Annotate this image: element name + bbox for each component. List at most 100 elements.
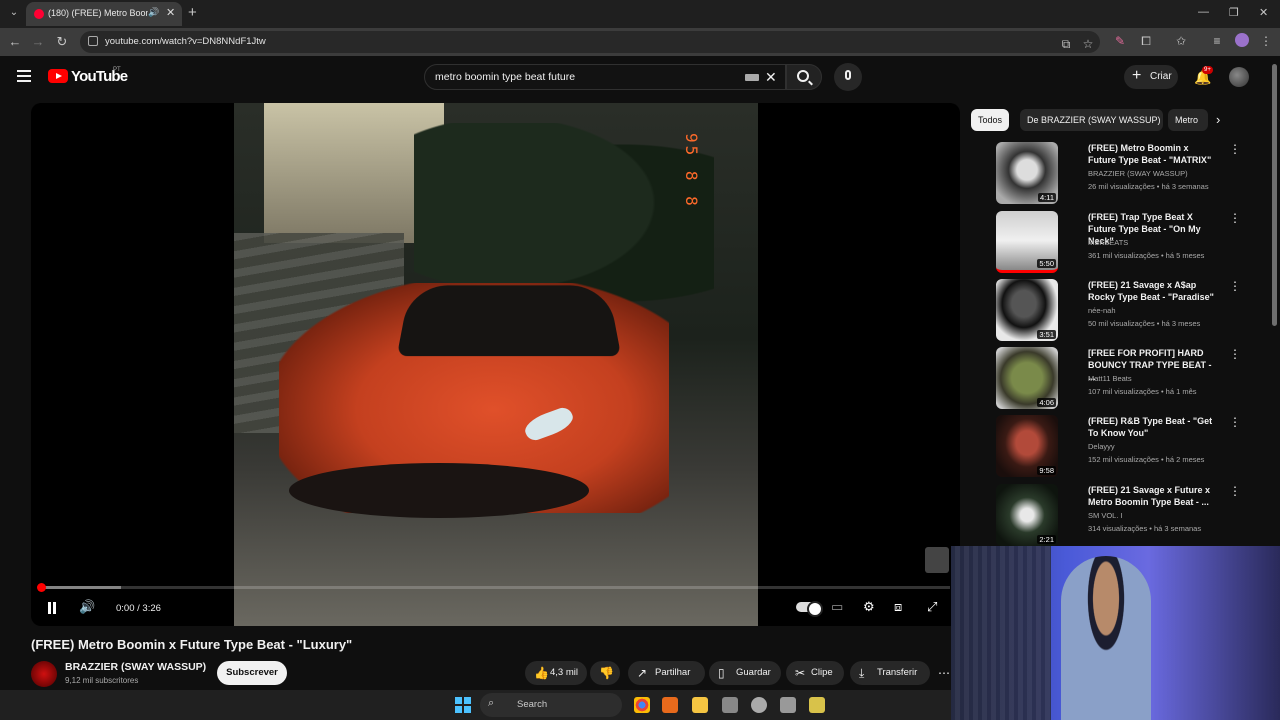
settings-gear-icon[interactable]: ⚙	[863, 599, 875, 615]
file-explorer-icon[interactable]	[692, 697, 708, 713]
extension-icon[interactable]: ✎	[1112, 34, 1128, 48]
app-icon[interactable]	[751, 697, 767, 713]
scissors-icon: ✂	[795, 666, 806, 680]
kebab-menu-icon[interactable]: ⋮	[1229, 142, 1241, 156]
taskbar-search[interactable]: ⌕ Search	[480, 693, 622, 717]
list-item[interactable]: 4:11 (FREE) Metro Boomin x Future Type B…	[971, 142, 1251, 206]
video-thumbnail[interactable]: 2:21	[996, 484, 1058, 546]
video-player[interactable]: 95 8 8 🔊 0:00 / 3:26 ▭ ⚙ ⧈ ⤢	[31, 103, 960, 626]
clear-search-icon[interactable]: ✕	[765, 69, 777, 86]
url-text: youtube.com/watch?v=DN8NNdF1Jtw	[105, 36, 266, 47]
video-thumbnail[interactable]: 3:51	[996, 279, 1058, 341]
duration-badge: 2:21	[1037, 535, 1056, 544]
clip-label: Clipe	[811, 667, 833, 678]
video-thumbnail[interactable]: 4:06	[996, 347, 1058, 409]
bookmark-star-icon[interactable]: ☆	[1080, 37, 1096, 51]
account-avatar[interactable]	[1229, 67, 1249, 87]
window-close-button[interactable]: ✕	[1259, 6, 1268, 19]
extensions-puzzle-icon[interactable]: ⧠	[1138, 34, 1154, 49]
reload-button[interactable]: ↻	[54, 34, 70, 50]
rec-title[interactable]: (FREE) R&B Type Beat - "Get To Know You"	[1088, 415, 1218, 439]
subscribe-button[interactable]: Subscrever	[217, 661, 287, 685]
search-button[interactable]	[786, 64, 822, 90]
list-item[interactable]: 3:51 (FREE) 21 Savage x A$ap Rocky Type …	[971, 279, 1251, 343]
chip-channel[interactable]: De BRAZZIER (SWAY WASSUP)	[1020, 109, 1163, 131]
tab-search-icon[interactable]: ⌄	[6, 5, 22, 21]
fullscreen-icon[interactable]: ⤢	[927, 599, 937, 615]
scrubber-handle[interactable]	[37, 583, 46, 592]
chip-all[interactable]: Todos	[971, 109, 1010, 131]
rec-title[interactable]: (FREE) Metro Boomin x Future Type Beat -…	[1088, 142, 1218, 166]
address-bar[interactable]: youtube.com/watch?v=DN8NNdF1Jtw ⧉ ☆	[80, 31, 1100, 53]
browser-tab[interactable]: (180) (FREE) Metro Boomin 🔊 ✕	[26, 2, 182, 26]
chrome-icon[interactable]	[634, 697, 650, 713]
more-actions-button[interactable]: ⋯	[934, 661, 950, 685]
install-app-icon[interactable]: ⧉	[1058, 37, 1074, 52]
keyboard-icon[interactable]	[745, 74, 759, 81]
subtitles-icon[interactable]: ▭	[831, 599, 843, 615]
rec-title[interactable]: (FREE) 21 Savage x Future x Metro Boomin…	[1088, 484, 1218, 508]
app-icon[interactable]	[809, 697, 825, 713]
channel-name[interactable]: BRAZZIER (SWAY WASSUP)	[65, 661, 206, 673]
save-button[interactable]: ▯ Guardar	[709, 661, 781, 685]
dislike-button[interactable]: 👎	[590, 661, 620, 685]
create-label: Criar	[1150, 71, 1172, 82]
autoplay-toggle[interactable]	[796, 601, 823, 617]
chevron-right-icon[interactable]: ›	[1216, 112, 1220, 127]
video-thumbnail[interactable]: 5:50	[996, 211, 1058, 273]
close-icon[interactable]: ✕	[166, 6, 175, 19]
list-item[interactable]: 5:50 (FREE) Trap Type Beat X Future Type…	[971, 211, 1251, 275]
forward-button[interactable]: →	[30, 34, 46, 49]
kebab-menu-icon[interactable]: ⋮	[1229, 415, 1241, 429]
brave-icon[interactable]	[662, 697, 678, 713]
speaker-icon[interactable]: 🔊	[148, 7, 159, 18]
voice-search-button[interactable]	[834, 63, 862, 91]
rec-meta: 361 mil visualizações • há 5 meses	[1088, 251, 1205, 260]
share-button[interactable]: ↗ Partilhar	[628, 661, 705, 685]
video-thumbnail[interactable]: 9:58	[996, 415, 1058, 477]
chip-metro[interactable]: Metro	[1168, 109, 1208, 131]
media-controls-icon[interactable]: ≡	[1209, 34, 1225, 48]
miniplayer-icon[interactable]: ⧈	[894, 599, 902, 615]
back-button[interactable]: ←	[7, 34, 23, 49]
app-icon[interactable]	[722, 697, 738, 713]
volume-icon[interactable]: 🔊	[79, 599, 95, 615]
create-button[interactable]: + Criar	[1124, 65, 1178, 89]
profile-avatar[interactable]	[1235, 33, 1249, 47]
download-button[interactable]: ⤓ Transferir	[850, 661, 930, 685]
kebab-menu-icon[interactable]: ⋮	[1229, 347, 1241, 361]
kebab-menu-icon[interactable]: ⋮	[1229, 211, 1241, 225]
tab-title: (180) (FREE) Metro Boomin	[48, 8, 148, 18]
rec-meta: 107 mil visualizações • há 1 mês	[1088, 387, 1197, 396]
list-item[interactable]: 4:06 [FREE FOR PROFIT] HARD BOUNCY TRAP …	[971, 347, 1251, 411]
minimize-button[interactable]: —	[1198, 6, 1209, 18]
search-input[interactable]: metro boomin type beat future ✕	[424, 64, 786, 90]
download-icon: ⤓	[859, 666, 865, 680]
new-tab-button[interactable]: +	[188, 4, 197, 21]
page-scrollbar[interactable]	[1272, 64, 1277, 326]
site-info-icon[interactable]	[88, 36, 98, 46]
rec-meta: 152 mil visualizações • há 2 meses	[1088, 455, 1205, 464]
duration-badge: 4:06	[1037, 398, 1056, 407]
calculator-icon[interactable]	[780, 697, 796, 713]
kebab-menu-icon[interactable]: ⋮	[1229, 484, 1241, 498]
clip-button[interactable]: ✂ Clipe	[786, 661, 844, 685]
video-thumbnail[interactable]: 4:11	[996, 142, 1058, 204]
share-icon: ↗	[637, 666, 648, 680]
list-item[interactable]: 9:58 (FREE) R&B Type Beat - "Get To Know…	[971, 415, 1251, 479]
download-label: Transferir	[877, 667, 918, 678]
like-button[interactable]: 👍 4,3 mil	[525, 661, 587, 685]
thumbs-down-icon: 👎	[599, 666, 614, 680]
progress-bar[interactable]	[41, 586, 950, 589]
channel-avatar[interactable]	[31, 661, 57, 687]
restore-button[interactable]: ❐	[1229, 6, 1239, 19]
windows-start-icon[interactable]	[455, 697, 471, 713]
kebab-menu-icon[interactable]: ⋮	[1229, 279, 1241, 293]
pause-button[interactable]	[47, 602, 57, 614]
menu-kebab-icon[interactable]: ⋮	[1258, 34, 1274, 48]
bookmarks-icon[interactable]: ✩	[1173, 34, 1189, 48]
plus-icon: +	[1132, 67, 1142, 84]
list-item[interactable]: 2:21 (FREE) 21 Savage x Future x Metro B…	[971, 484, 1251, 548]
hamburger-menu-icon[interactable]	[17, 70, 31, 82]
rec-title[interactable]: (FREE) 21 Savage x A$ap Rocky Type Beat …	[1088, 279, 1218, 303]
